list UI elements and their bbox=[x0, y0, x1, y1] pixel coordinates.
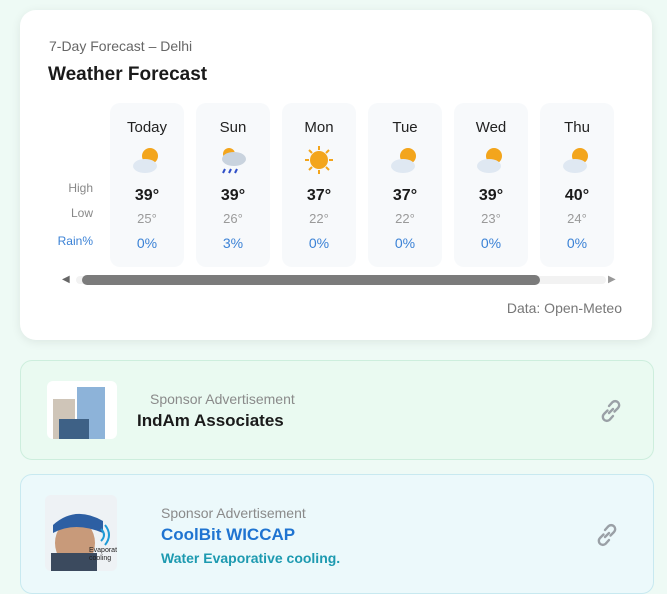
day-high: 39° bbox=[220, 187, 246, 204]
day-name: Sun bbox=[219, 119, 247, 136]
day-low: 24° bbox=[567, 211, 587, 226]
day-rain: 0% bbox=[308, 235, 330, 251]
day-high: 37° bbox=[306, 187, 332, 204]
day-low: 23° bbox=[481, 211, 501, 226]
link-icon[interactable] bbox=[597, 397, 625, 425]
scroll-left-arrow-icon[interactable]: ◀ bbox=[62, 274, 70, 285]
day-card-mon: Mon 37° 22° 0% bbox=[282, 103, 356, 267]
sponsor-ad-indam[interactable]: Sponsor Advertisement IndAm Associates bbox=[20, 360, 654, 460]
day-name: Wed bbox=[475, 119, 507, 136]
day-rain: 0% bbox=[480, 235, 502, 251]
day-low: 22° bbox=[309, 211, 329, 226]
sun-icon bbox=[305, 146, 333, 174]
data-source-label: Data: Open-Meteo bbox=[506, 300, 622, 316]
day-name: Today bbox=[126, 119, 168, 136]
row-label-low: Low bbox=[70, 206, 93, 220]
building-logo-icon bbox=[47, 381, 117, 439]
day-name: Tue bbox=[392, 119, 418, 136]
day-card-tue: Tue 37° 22° 0% bbox=[368, 103, 442, 267]
row-label-rain: Rain% bbox=[57, 234, 93, 248]
forecast-title: Weather Forecast bbox=[48, 64, 208, 85]
day-rain: 3% bbox=[222, 235, 244, 251]
ad-tag: Sponsor Advertisement bbox=[150, 391, 295, 407]
day-card-sun: Sun 39° 26° 3% bbox=[196, 103, 270, 267]
partly-cloudy-icon bbox=[391, 148, 416, 173]
day-high: 39° bbox=[134, 187, 160, 204]
day-low: 25° bbox=[137, 211, 157, 226]
day-low: 26° bbox=[223, 211, 243, 226]
ad-tag: Sponsor Advertisement bbox=[161, 505, 306, 521]
row-label-high: High bbox=[68, 181, 93, 195]
sponsor-ad-coolbit[interactable]: Evaporat cooling Sponsor Advertisement C… bbox=[20, 474, 654, 594]
rain-cloud-icon bbox=[222, 148, 246, 174]
day-rain: 0% bbox=[566, 235, 588, 251]
day-rain: 0% bbox=[136, 235, 158, 251]
forecast-horizontal-scrollbar[interactable]: ◀ ▶ bbox=[60, 272, 620, 286]
day-high: 40° bbox=[564, 187, 590, 204]
partly-cloudy-icon bbox=[563, 148, 588, 173]
person-cap-image: Evaporat cooling bbox=[45, 495, 117, 571]
scrollbar-thumb[interactable] bbox=[82, 275, 540, 285]
day-high: 37° bbox=[392, 187, 418, 204]
day-name: Thu bbox=[564, 119, 590, 136]
weather-forecast-card: 7-Day Forecast – Delhi Weather Forecast … bbox=[20, 10, 652, 340]
scroll-right-arrow-icon[interactable]: ▶ bbox=[608, 274, 616, 285]
day-card-thu: Thu 40° 24° 0% bbox=[540, 103, 614, 267]
ad-name[interactable]: IndAm Associates bbox=[137, 411, 284, 431]
day-name: Mon bbox=[304, 119, 334, 136]
day-card-wed: Wed 39° 23° 0% bbox=[454, 103, 528, 267]
partly-cloudy-icon bbox=[133, 148, 158, 173]
ad-name[interactable]: CoolBit WICCAP bbox=[161, 525, 295, 545]
day-high: 39° bbox=[478, 187, 504, 204]
forecast-subtitle: 7-Day Forecast – Delhi bbox=[49, 38, 193, 54]
link-icon[interactable] bbox=[593, 521, 621, 549]
partly-cloudy-icon bbox=[477, 148, 502, 173]
logo-caption: Evaporat cooling bbox=[89, 547, 117, 562]
day-rain: 0% bbox=[394, 235, 416, 251]
day-low: 22° bbox=[395, 211, 415, 226]
ad-description: Water Evaporative cooling. bbox=[161, 550, 341, 566]
day-card-today: Today 39° 25° 0% bbox=[110, 103, 184, 267]
